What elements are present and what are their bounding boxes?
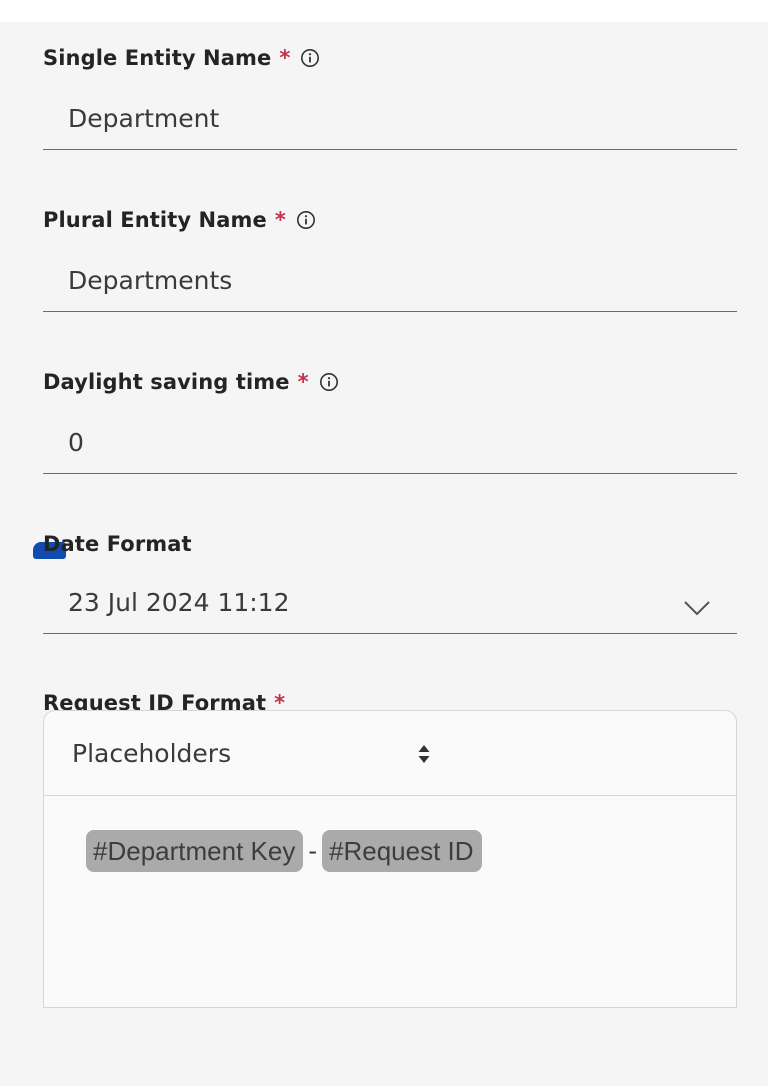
request-id-format-editor: Placeholders #Department Key - #Request … — [43, 710, 737, 1008]
placeholders-select-label: Placeholders — [72, 738, 232, 768]
plural-entity-name-input[interactable]: Departments — [43, 250, 737, 312]
info-icon[interactable] — [300, 48, 320, 68]
chevron-down-icon[interactable] — [683, 594, 711, 616]
daylight-saving-time-label: Daylight saving time — [43, 370, 290, 394]
single-entity-name-input[interactable]: Department — [43, 88, 737, 150]
single-entity-name-label: Single Entity Name — [43, 46, 272, 70]
info-icon[interactable] — [296, 210, 316, 230]
daylight-saving-time-input[interactable]: 0 — [43, 412, 737, 474]
date-format-field: Date Format 23 Jul 2024 11:12 — [43, 530, 737, 634]
placeholders-select[interactable]: Placeholders — [44, 711, 736, 796]
required-asterisk: * — [279, 46, 291, 70]
single-entity-name-value: Department — [68, 104, 220, 133]
required-asterisk: * — [297, 370, 309, 394]
plural-entity-name-label: Plural Entity Name — [43, 208, 267, 232]
plural-entity-name-field: Plural Entity Name * Departments — [43, 206, 737, 312]
daylight-saving-time-value: 0 — [68, 428, 84, 457]
single-entity-name-field: Single Entity Name * Department — [43, 44, 737, 150]
token-separator: - — [308, 837, 317, 865]
placeholder-token[interactable]: #Department Key — [86, 830, 304, 872]
daylight-saving-time-field: Daylight saving time * 0 — [43, 368, 737, 474]
placeholder-token[interactable]: #Request ID — [322, 830, 482, 872]
date-format-value: 23 Jul 2024 11:12 — [68, 588, 290, 617]
date-format-label: Date Format — [43, 532, 192, 556]
top-strip — [0, 0, 768, 22]
date-format-select[interactable]: 23 Jul 2024 11:12 — [43, 572, 737, 634]
up-down-caret-icon[interactable] — [417, 743, 431, 765]
info-icon[interactable] — [319, 372, 339, 392]
plural-entity-name-value: Departments — [68, 266, 233, 295]
request-id-format-input[interactable]: #Department Key - #Request ID — [44, 796, 736, 872]
required-asterisk: * — [274, 208, 286, 232]
